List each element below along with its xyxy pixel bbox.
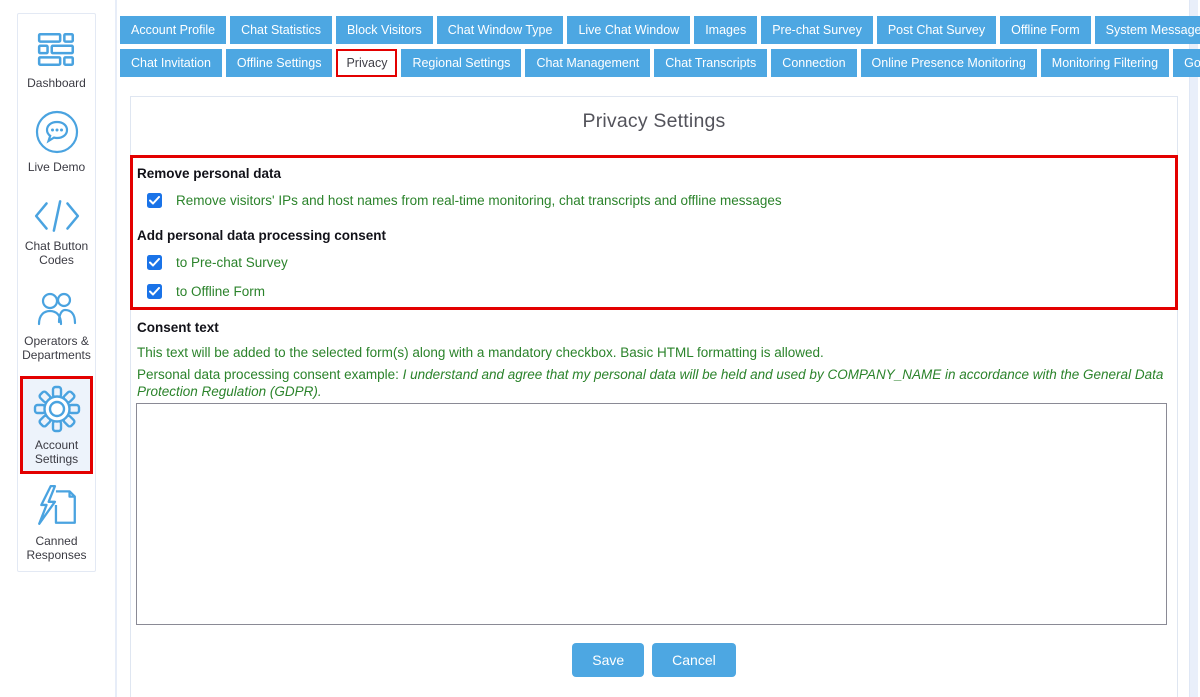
consent-text-heading: Consent text bbox=[137, 319, 1169, 337]
live-demo-chat-icon bbox=[34, 109, 80, 155]
sidebar-item-label: Operators & Departments bbox=[18, 334, 95, 362]
tab-pre-chat-survey[interactable]: Pre-chat Survey bbox=[761, 16, 873, 44]
tabs-row-2: Chat Invitation Offline Settings Privacy… bbox=[120, 49, 1200, 77]
sidebar-item-label: Dashboard bbox=[27, 76, 86, 90]
tabs-row-1: Account Profile Chat Statistics Block Vi… bbox=[120, 16, 1200, 44]
consent-offline-label: to Offline Form bbox=[176, 284, 265, 299]
tab-system-messages[interactable]: System Messages bbox=[1095, 16, 1200, 44]
consent-prechat-row: to Pre-chat Survey bbox=[147, 251, 1165, 273]
sidebar-item-account-settings[interactable]: Account Settings bbox=[20, 376, 93, 474]
save-button[interactable]: Save bbox=[572, 643, 644, 677]
tab-block-visitors[interactable]: Block Visitors bbox=[336, 16, 433, 44]
sidebar: Dashboard Live Demo bbox=[17, 13, 96, 572]
cancel-button[interactable]: Cancel bbox=[652, 643, 736, 677]
right-scrollbar-track[interactable] bbox=[1189, 0, 1198, 697]
tab-regional-settings[interactable]: Regional Settings bbox=[401, 49, 521, 77]
sidebar-item-chat-button-codes[interactable]: Chat Button Codes bbox=[18, 198, 95, 267]
tab-offline-form[interactable]: Offline Form bbox=[1000, 16, 1091, 44]
tab-chat-management[interactable]: Chat Management bbox=[525, 49, 650, 77]
form-actions: Save Cancel bbox=[130, 643, 1178, 677]
sidebar-item-label: Chat Button Codes bbox=[18, 239, 95, 267]
consent-textarea[interactable] bbox=[136, 403, 1167, 625]
remove-ips-label: Remove visitors' IPs and host names from… bbox=[176, 193, 782, 208]
tab-post-chat-survey[interactable]: Post Chat Survey bbox=[877, 16, 996, 44]
consent-offline-row: to Offline Form bbox=[147, 280, 1165, 302]
remove-personal-data-heading: Remove personal data bbox=[137, 165, 1165, 183]
consent-prechat-checkbox[interactable] bbox=[147, 255, 162, 270]
tab-online-presence-monitoring[interactable]: Online Presence Monitoring bbox=[861, 49, 1037, 77]
tab-monitoring-filtering[interactable]: Monitoring Filtering bbox=[1041, 49, 1169, 77]
consent-prechat-label: to Pre-chat Survey bbox=[176, 255, 288, 270]
sidebar-item-label: Live Demo bbox=[28, 160, 85, 174]
consent-text-description: This text will be added to the selected … bbox=[137, 344, 1169, 361]
tab-privacy[interactable]: Privacy bbox=[336, 49, 397, 77]
dashboard-icon bbox=[36, 29, 78, 71]
sidebar-divider bbox=[115, 0, 117, 697]
sidebar-item-label: Account Settings bbox=[23, 438, 90, 466]
sidebar-item-canned-responses[interactable]: Canned Responses bbox=[18, 483, 95, 562]
tab-connection[interactable]: Connection bbox=[771, 49, 856, 77]
operators-icon bbox=[34, 289, 80, 329]
page-title: Privacy Settings bbox=[131, 110, 1177, 133]
canned-responses-icon bbox=[34, 483, 80, 529]
tab-offline-settings[interactable]: Offline Settings bbox=[226, 49, 333, 77]
tab-images[interactable]: Images bbox=[694, 16, 757, 44]
personal-data-settings-section: Remove personal data Remove visitors' IP… bbox=[130, 155, 1178, 310]
add-consent-heading: Add personal data processing consent bbox=[137, 227, 1165, 245]
tab-account-profile[interactable]: Account Profile bbox=[120, 16, 226, 44]
tab-chat-window-type[interactable]: Chat Window Type bbox=[437, 16, 564, 44]
tab-google-analytics[interactable]: Google Analytics bbox=[1173, 49, 1200, 77]
consent-offline-checkbox[interactable] bbox=[147, 284, 162, 299]
consent-example-prefix: Personal data processing consent example… bbox=[137, 367, 403, 382]
tab-chat-statistics[interactable]: Chat Statistics bbox=[230, 16, 332, 44]
sidebar-item-dashboard[interactable]: Dashboard bbox=[18, 29, 95, 90]
tab-live-chat-window[interactable]: Live Chat Window bbox=[567, 16, 690, 44]
code-icon bbox=[33, 198, 81, 234]
sidebar-item-operators-departments[interactable]: Operators & Departments bbox=[18, 289, 95, 362]
gear-icon bbox=[33, 385, 81, 433]
tab-chat-invitation[interactable]: Chat Invitation bbox=[120, 49, 222, 77]
consent-text-example: Personal data processing consent example… bbox=[137, 366, 1169, 400]
tab-chat-transcripts[interactable]: Chat Transcripts bbox=[654, 49, 767, 77]
sidebar-item-live-demo[interactable]: Live Demo bbox=[18, 109, 95, 174]
remove-ips-checkbox[interactable] bbox=[147, 193, 162, 208]
consent-text-block: Consent text This text will be added to … bbox=[137, 319, 1169, 400]
privacy-settings-page: Dashboard Live Demo bbox=[0, 0, 1200, 697]
remove-ips-row: Remove visitors' IPs and host names from… bbox=[147, 189, 1165, 211]
sidebar-item-label: Canned Responses bbox=[18, 534, 95, 562]
